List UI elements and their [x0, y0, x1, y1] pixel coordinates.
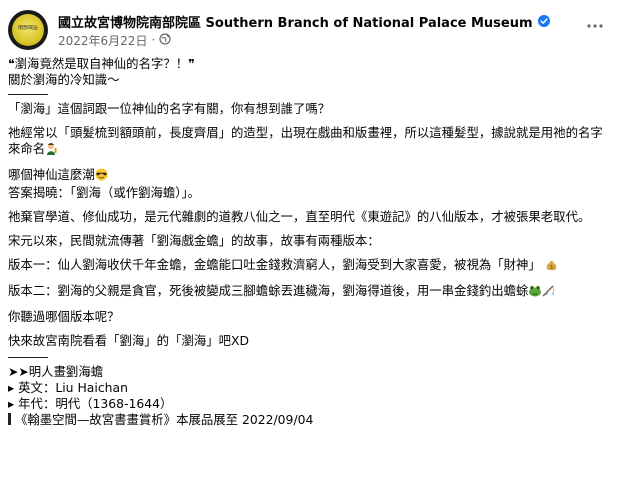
artwork-english-name: ▸ 英文：Liu Haichan — [8, 380, 128, 395]
paragraph-3a: 哪個神仙這麼潮 — [8, 167, 614, 185]
paragraph-3a-text: 哪個神仙這麼潮 — [8, 167, 95, 182]
paragraph-9: 快來故宮南院看看「劉海」的「瀏海」吧XD — [8, 333, 250, 348]
paragraph-6: 版本一：仙人劉海收伏千年金蟾，金蟾能口吐金錢救濟窮人，劉海受到大家喜愛，被視為「… — [8, 257, 614, 275]
fishing-pole-emoji-icon — [542, 284, 555, 301]
paragraph-6-text: 版本一：仙人劉海收伏千年金蟾，金蟾能口吐金錢救濟窮人，劉海受到大家喜愛，被視為「… — [8, 257, 541, 272]
section-divider — [8, 94, 48, 95]
avatar-text: 南部院區 — [17, 25, 38, 31]
svg-text:$: $ — [550, 265, 553, 271]
paragraph-2: 祂經常以「頭髮梳到額頭前，長度齊眉」的造型，出現在戲曲和版畫裡，所以這種髮型，據… — [8, 125, 614, 159]
post-header: 南部院區 國立故宮博物院南部院區 Southern Branch of Nati… — [8, 10, 613, 50]
cool-face-emoji-icon — [95, 168, 108, 185]
paragraph-1: 「瀏海」這個詞跟一位神仙的名字有關，你有想到誰了嗎？ — [8, 101, 331, 116]
person-emoji-icon — [45, 142, 58, 159]
globe-icon[interactable] — [159, 32, 171, 48]
paragraph-2-text: 祂經常以「頭髮梳到額頭前，長度齊眉」的造型，出現在戲曲和版畫裡，所以這種髮型，據… — [8, 125, 603, 156]
more-options-icon[interactable] — [583, 18, 607, 34]
paragraph-3b: 答案揭曉：「劉海（或作劉海蟾）」。 — [8, 185, 201, 200]
artwork-title: ➤➤明人畫劉海蟾 — [8, 364, 104, 379]
page-name-link[interactable]: 國立故宮博物院南部院區 Southern Branch of National … — [58, 12, 533, 31]
frog-emoji-icon — [528, 284, 542, 301]
paragraph-7: 版本二：劉海的父親是貪官，死後被變成三腳蟾蜍丟進穢海，劉海得道後，用一串金錢釣出… — [8, 283, 614, 301]
meta-separator: · — [151, 33, 156, 47]
paragraph-8: 你聽過哪個版本呢？ — [8, 309, 120, 324]
paragraph-7-text: 版本二：劉海的父親是貪官，死後被變成三腳蟾蜍丟進穢海，劉海得道後，用一串金錢釣出… — [8, 283, 529, 298]
paragraph-5: 宋元以來，民間就流傳著「劉海戲金蟾」的故事，故事有兩種版本： — [8, 233, 380, 248]
money-bag-emoji-icon: $ — [545, 258, 558, 275]
verified-badge-icon — [537, 15, 550, 27]
facebook-post: 南部院區 國立故宮博物院南部院區 Southern Branch of Nati… — [0, 0, 621, 481]
exhibit-info: 《翰墨空間—故宮書畫賞析》本展品展至 2022/09/04 — [8, 412, 614, 428]
page-avatar[interactable]: 南部院區 — [8, 10, 48, 50]
post-date-link[interactable]: 2022年6月22日 — [58, 32, 147, 49]
post-meta: 2022年6月22日 · — [58, 32, 171, 48]
post-subtitle: 關於瀏海的冷知識～ — [8, 72, 120, 87]
page-name-line: 國立故宮博物院南部院區 Southern Branch of National … — [58, 12, 550, 31]
post-headline: ❝瀏海竟然是取自神仙的名字？！❞ — [8, 56, 195, 71]
post-body: ❝瀏海竟然是取自神仙的名字？！❞ 關於瀏海的冷知識～ 「瀏海」這個詞跟一位神仙的… — [8, 56, 614, 428]
artwork-era: ▸ 年代：明代（1368-1644） — [8, 396, 173, 411]
paragraph-4: 祂棄官學道、修仙成功，是元代雜劇的道教八仙之一，直至明代《東遊記》的八仙版本，才… — [8, 209, 591, 224]
section-divider-2 — [8, 357, 48, 358]
exhibit-info-text: 《翰墨空間—故宮書畫賞析》本展品展至 2022/09/04 — [15, 412, 314, 427]
bullet-bar-icon — [8, 413, 11, 425]
